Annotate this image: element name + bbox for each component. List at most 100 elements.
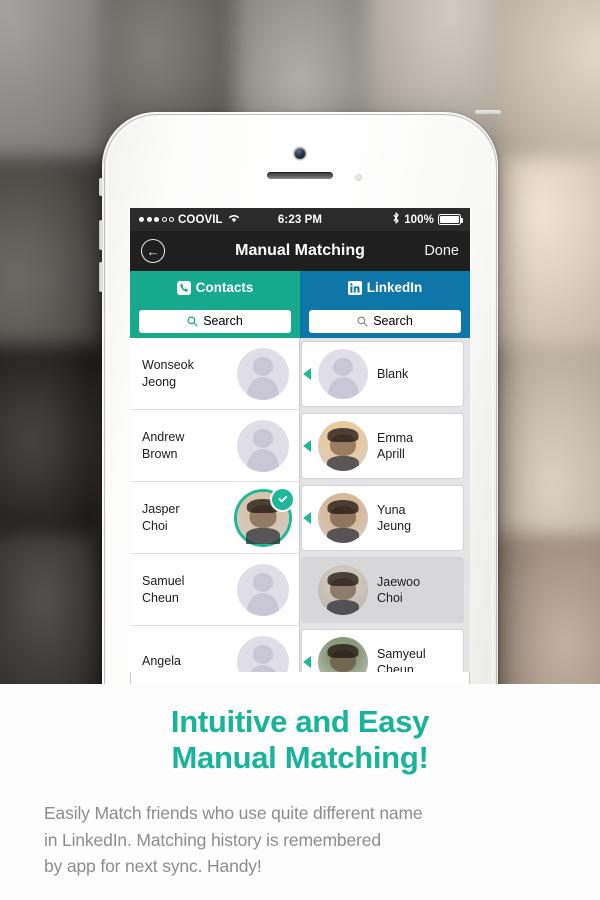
caption-headline: Intuitive and Easy Manual Matching! bbox=[0, 684, 600, 776]
contact-name: Angela bbox=[142, 653, 237, 670]
linkedin-name-line-1: Yuna bbox=[377, 502, 406, 517]
phone-icon bbox=[176, 280, 191, 295]
avatar-shoulders bbox=[327, 456, 359, 471]
status-bar-left: COOVIL bbox=[139, 213, 278, 226]
linkedin-name-line-2: Aprill bbox=[377, 447, 405, 461]
avatar-silhouette-body bbox=[246, 376, 280, 400]
background-tile bbox=[497, 345, 600, 534]
caption-panel: Intuitive and Easy Manual Matching! Easi… bbox=[0, 684, 600, 900]
linkedin-card[interactable]: Blank bbox=[302, 342, 463, 406]
status-bar: COOVIL 6:23 PM 100% bbox=[130, 208, 470, 231]
contacts-list[interactable]: Wonseok Jeong Andrew Brown Jasper Choi Samuel C… bbox=[130, 338, 300, 672]
selected-check-icon bbox=[272, 488, 293, 510]
contact-name: Jasper Choi bbox=[142, 501, 237, 534]
linkedin-name-line-1: Samyeul bbox=[377, 646, 426, 661]
headline-line-2: Manual Matching! bbox=[171, 739, 429, 775]
tab-contacts-label: Contacts bbox=[195, 280, 254, 295]
phone-device: COOVIL 6:23 PM 100% ← Manual Matching Do… bbox=[99, 110, 501, 752]
contact-name: Wonseok Jeong bbox=[142, 357, 237, 390]
list-item[interactable]: Blank bbox=[300, 338, 470, 410]
avatar-hair bbox=[327, 572, 359, 586]
phone-screen: COOVIL 6:23 PM 100% ← Manual Matching Do… bbox=[130, 208, 470, 728]
linkedin-name-line-2: Jeung bbox=[377, 519, 412, 533]
background-tile bbox=[0, 345, 103, 534]
avatar-silhouette-head bbox=[252, 356, 274, 376]
proximity-sensor-icon bbox=[355, 174, 362, 181]
match-connector-icon bbox=[303, 512, 311, 524]
done-button[interactable]: Done bbox=[424, 243, 459, 259]
search-icon bbox=[187, 316, 198, 327]
avatar bbox=[237, 635, 289, 672]
linkedin-name-line-1: Blank bbox=[377, 366, 409, 381]
linkedin-card[interactable]: Yuna Jeung bbox=[302, 486, 463, 550]
avatar bbox=[237, 347, 289, 400]
search-input-linkedin[interactable]: Search bbox=[309, 309, 461, 333]
avatar-hair bbox=[327, 644, 359, 658]
avatar-shoulders bbox=[327, 528, 359, 543]
avatar bbox=[237, 419, 289, 472]
avatar-shoulders bbox=[327, 600, 359, 615]
wifi-icon bbox=[228, 213, 240, 226]
volume-up-button[interactable] bbox=[99, 220, 103, 250]
volume-down-button[interactable] bbox=[99, 262, 103, 292]
list-item[interactable]: Emma Aprill bbox=[300, 410, 470, 482]
table-row[interactable]: Jasper Choi bbox=[130, 482, 299, 554]
linkedin-card[interactable]: Samyeul Cheun bbox=[302, 630, 463, 672]
contact-name-line-2: Choi bbox=[142, 518, 168, 533]
speaker-grille-icon bbox=[267, 172, 333, 179]
contact-name-line-2: Cheun bbox=[142, 590, 179, 605]
avatar-silhouette-head bbox=[252, 644, 274, 664]
linkedin-card[interactable]: Jaewoo Choi bbox=[302, 558, 463, 622]
linkedin-list[interactable]: Blank Emma Aprill Yuna Jeung Jaewoo Choi Samyeu… bbox=[300, 338, 470, 672]
avatar-silhouette-body bbox=[327, 377, 359, 399]
page-title: Manual Matching bbox=[235, 242, 365, 259]
back-arrow-icon[interactable]: ← bbox=[141, 239, 165, 263]
linkedin-name: Yuna Jeung bbox=[377, 502, 411, 535]
tab-linkedin[interactable]: LinkedIn bbox=[300, 271, 470, 304]
body-line-3: by app for next sync. Handy! bbox=[44, 856, 262, 877]
search-input-contacts[interactable]: Search bbox=[139, 309, 291, 333]
avatar-silhouette-body bbox=[246, 592, 280, 616]
avatar bbox=[318, 565, 368, 615]
headline-line-1: Intuitive and Easy bbox=[170, 704, 430, 739]
contact-name: Andrew Brown bbox=[142, 429, 237, 462]
search-placeholder-contacts: Search bbox=[203, 314, 243, 328]
battery-percent-label: 100% bbox=[404, 213, 435, 226]
search-bars: Search Search bbox=[130, 304, 470, 338]
silent-switch[interactable] bbox=[99, 178, 103, 196]
power-button[interactable] bbox=[475, 110, 501, 114]
linkedin-name-line-1: Jaewoo bbox=[377, 574, 421, 589]
avatar-silhouette-head bbox=[252, 572, 274, 592]
table-row[interactable]: Samuel Cheun bbox=[130, 554, 299, 626]
carrier-label: COOVIL bbox=[178, 213, 223, 226]
match-connector-icon bbox=[303, 440, 311, 452]
contact-name-line-1: Wonseok bbox=[142, 358, 194, 372]
avatar-hair bbox=[327, 500, 359, 514]
tab-contacts[interactable]: Contacts bbox=[130, 271, 300, 304]
linkedin-name: Emma Aprill bbox=[377, 430, 413, 463]
source-tabs: Contacts LinkedIn bbox=[130, 271, 470, 304]
avatar bbox=[318, 421, 368, 471]
caption-body: Easily Match friends who use quite diffe… bbox=[0, 800, 600, 880]
table-row[interactable]: Wonseok Jeong bbox=[130, 338, 299, 410]
avatar bbox=[237, 488, 293, 544]
linkedin-name: Samyeul Cheun bbox=[377, 646, 426, 673]
search-placeholder-linkedin: Search bbox=[373, 314, 413, 328]
avatar-hair bbox=[327, 428, 359, 442]
list-item[interactable]: Samyeul Cheun bbox=[300, 626, 470, 672]
linkedin-card[interactable]: Emma Aprill bbox=[302, 414, 463, 478]
match-connector-icon bbox=[303, 368, 311, 380]
body-line-2: in LinkedIn. Matching history is remembe… bbox=[44, 829, 381, 850]
list-item[interactable]: Jaewoo Choi bbox=[300, 554, 470, 626]
table-row[interactable]: Andrew Brown bbox=[130, 410, 299, 482]
linkedin-name: Blank bbox=[377, 366, 408, 383]
search-icon bbox=[357, 316, 368, 327]
contact-name: Samuel Cheun bbox=[142, 573, 237, 606]
linkedin-name: Jaewoo Choi bbox=[377, 574, 420, 607]
table-row[interactable]: Angela bbox=[130, 626, 299, 672]
background-tile bbox=[497, 533, 600, 690]
contact-name-line-1: Samuel bbox=[142, 574, 185, 588]
battery-full-icon bbox=[438, 214, 464, 225]
list-item[interactable]: Yuna Jeung bbox=[300, 482, 470, 554]
matching-lists: Wonseok Jeong Andrew Brown Jasper Choi Samuel C… bbox=[130, 338, 470, 672]
